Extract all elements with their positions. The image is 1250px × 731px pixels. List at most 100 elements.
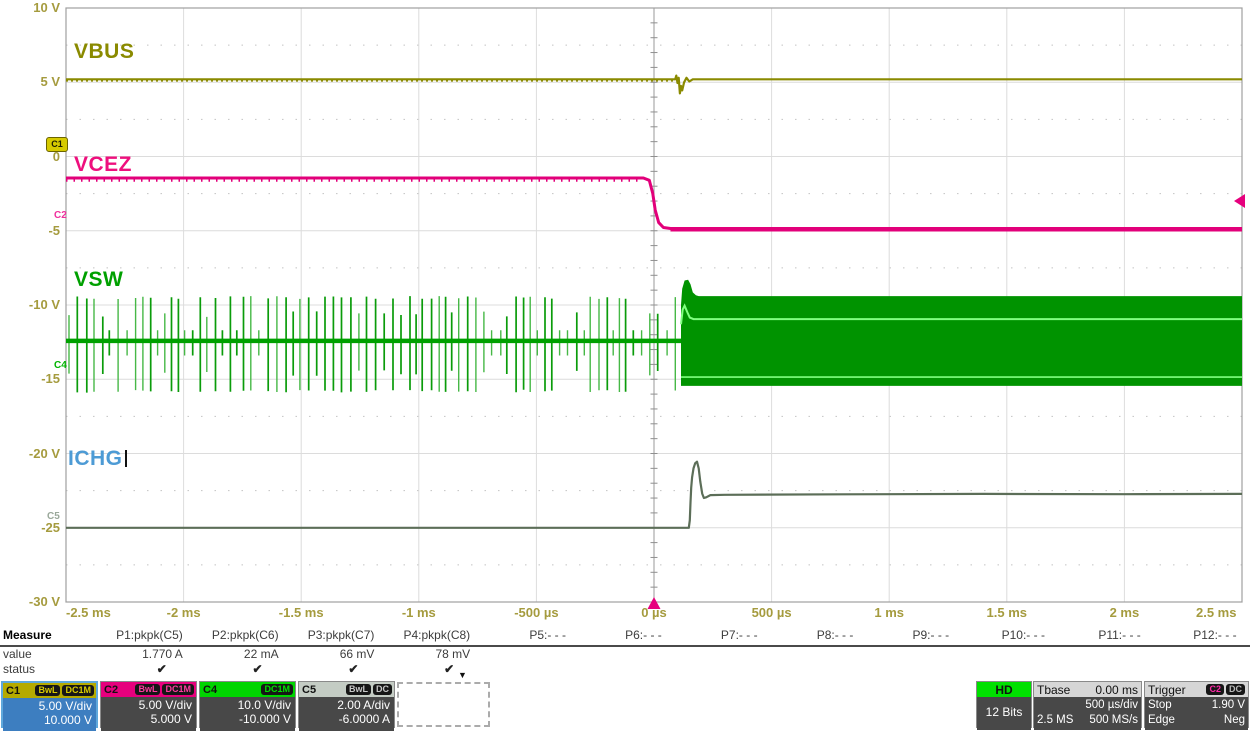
measure-param-value bbox=[764, 647, 860, 662]
channel-offset: -6.0000 A bbox=[338, 712, 390, 726]
measure-param-header[interactable]: P11:- - - bbox=[1051, 628, 1147, 645]
channel-id: C5 bbox=[302, 683, 317, 696]
hd-mode-box[interactable]: HD 12 Bits bbox=[976, 681, 1032, 730]
measure-param-value bbox=[955, 647, 1051, 662]
vbus-trace bbox=[66, 74, 1242, 95]
channel-badge-bwl: BwL bbox=[135, 684, 161, 695]
tbase-rate: 500 MS/s bbox=[1089, 714, 1138, 726]
timebase-box[interactable]: Tbase 0.00 ms 500 µs/div 2.5 MS 500 MS/s bbox=[1033, 681, 1142, 730]
measure-param-status bbox=[1147, 662, 1243, 677]
channel-offset: -10.000 V bbox=[238, 712, 291, 726]
channel-offset: 5.000 V bbox=[150, 712, 192, 726]
trace-label-ichg[interactable]: ICHG bbox=[68, 447, 127, 471]
measure-param-header[interactable]: P12:- - - bbox=[1147, 628, 1243, 645]
measure-param-value: 78 mV bbox=[435, 647, 471, 661]
measure-param-header[interactable]: P6:- - - bbox=[572, 628, 668, 645]
slot-arrow-icon[interactable]: ▼ bbox=[458, 670, 467, 680]
vsw-spikes bbox=[68, 296, 676, 392]
y-tick-label: -10 V bbox=[28, 297, 60, 312]
measure-param-header[interactable]: P10:- - - bbox=[955, 628, 1051, 645]
channel-box-c5[interactable]: C5 BwL DC 2.00 A/div -6.0000 A bbox=[298, 681, 395, 731]
y-tick-label: -20 V bbox=[28, 445, 60, 461]
waveform-plot bbox=[65, 7, 1245, 609]
c5-zero-marker[interactable]: C5 bbox=[47, 511, 60, 522]
measure-table: Measure P1:pkpk(C5) P2:pkpk(C6) P3:pkpk(C7… bbox=[0, 628, 1250, 677]
measure-param-value bbox=[1051, 647, 1147, 662]
trigger-label: Trigger bbox=[1148, 682, 1186, 697]
channel-badge-dc1m: DC1M bbox=[62, 685, 94, 696]
channel-badge-bwl: BwL bbox=[346, 684, 371, 695]
measure-param-status bbox=[764, 662, 860, 677]
trigger-type: Edge bbox=[1148, 714, 1175, 726]
y-tick-label: -15 bbox=[41, 371, 60, 387]
channel-badge-dc1m: DC1M bbox=[261, 684, 293, 695]
measure-param-header[interactable]: P9:- - - bbox=[859, 628, 955, 645]
ichg-trace bbox=[66, 460, 1243, 529]
measure-param-status bbox=[859, 662, 955, 677]
y-tick-label: 5 V bbox=[40, 74, 60, 90]
measure-value-label: value bbox=[3, 647, 32, 661]
vsw-spikes bbox=[76, 296, 659, 393]
channel-id: C1 bbox=[6, 684, 21, 697]
measure-param-value: 66 mV bbox=[339, 647, 375, 661]
tbase-per-div: 500 µs/div bbox=[1085, 699, 1138, 711]
c4-zero-marker[interactable]: C4 bbox=[54, 360, 67, 371]
measure-param-header[interactable]: P5:- - - bbox=[476, 628, 572, 645]
y-tick-label: -25 bbox=[41, 519, 60, 535]
empty-channel-slot[interactable] bbox=[397, 682, 490, 727]
measure-param-value: 22 mA bbox=[243, 647, 279, 661]
tbase-label: Tbase bbox=[1037, 682, 1071, 697]
measure-param-status: ✔ bbox=[348, 662, 359, 676]
channel-badge-dc1m: DC1M bbox=[162, 684, 194, 695]
measure-param-header[interactable]: P1:pkpk(C5) bbox=[93, 628, 189, 645]
measure-param-status bbox=[572, 662, 668, 677]
x-tick-label: -1 ms bbox=[401, 605, 436, 620]
oscilloscope-screen: 10 V5 V 0 -5 -10 V -15 -20 V -25 -30 V -2.5 ms -… bbox=[0, 0, 1250, 731]
trigger-box[interactable]: Trigger C2 DC Stop 1.90 V Edge Neg bbox=[1144, 681, 1249, 730]
trace-label-vcez[interactable]: VCEZ bbox=[74, 153, 132, 177]
measure-status-label: status bbox=[3, 662, 36, 676]
measure-param-status bbox=[668, 662, 764, 677]
measure-param-status: ✔ bbox=[156, 662, 167, 676]
measure-param-value: 1.770 A bbox=[142, 647, 183, 661]
trigger-slope: Neg bbox=[1223, 714, 1245, 726]
x-tick-label: 0 µs bbox=[641, 605, 667, 620]
trace-label-vbus[interactable]: VBUS bbox=[74, 40, 134, 64]
measure-param-value bbox=[572, 647, 668, 662]
trigger-source-badge: C2 bbox=[1206, 684, 1224, 695]
trigger-coupling-badge: DC bbox=[1226, 684, 1245, 695]
measure-param-header[interactable]: P2:pkpk(C6) bbox=[189, 628, 285, 645]
channel-scale: 5.00 V/div bbox=[138, 698, 192, 712]
measure-param-value bbox=[1147, 647, 1243, 662]
channel-scale: 10.0 V/div bbox=[237, 698, 291, 712]
measure-title: Measure bbox=[3, 628, 52, 642]
channel-box-c2[interactable]: C2 BwL DC1M 5.00 V/div 5.000 V bbox=[100, 681, 197, 731]
c1-zero-marker[interactable]: C1 bbox=[46, 137, 68, 152]
trace-label-vsw[interactable]: VSW bbox=[74, 268, 123, 292]
measure-param-header[interactable]: P7:- - - bbox=[668, 628, 764, 645]
hd-label: HD bbox=[977, 682, 1031, 697]
measure-param-status bbox=[955, 662, 1051, 677]
measure-param-header[interactable]: P8:- - - bbox=[764, 628, 860, 645]
vsw-switching-band bbox=[681, 279, 1242, 386]
x-tick-label: -2 ms bbox=[166, 605, 201, 620]
y-tick-label: -30 V bbox=[28, 594, 60, 609]
channel-box-c4[interactable]: C4 DC1M 10.0 V/div -10.000 V bbox=[199, 681, 296, 731]
y-tick-label: 10 V bbox=[33, 0, 60, 15]
x-tick-label: 500 µs bbox=[751, 605, 792, 620]
hd-bits: 12 Bits bbox=[977, 697, 1031, 730]
grid-border bbox=[65, 7, 1243, 603]
channel-offset: 10.000 V bbox=[43, 713, 92, 727]
y-tick-label: -5 bbox=[48, 222, 60, 238]
text-cursor bbox=[124, 450, 127, 467]
x-tick-label: 1.5 ms bbox=[986, 605, 1028, 620]
x-tick-label: 2.5 ms bbox=[1196, 605, 1237, 620]
channel-box-c1[interactable]: C1 BwL DC1M 5.00 V/div 10.000 V bbox=[1, 681, 98, 731]
c2-zero-marker[interactable]: C2 bbox=[54, 210, 67, 221]
tbase-offset: 0.00 ms bbox=[1095, 682, 1138, 697]
measure-param-header[interactable]: P4:pkpk(C8) bbox=[380, 628, 476, 645]
channel-badge-bwl: BwL bbox=[35, 685, 61, 696]
measure-param-header[interactable]: P3:pkpk(C7) bbox=[285, 628, 381, 645]
measure-param-status bbox=[476, 662, 572, 677]
trigger-level: 1.90 V bbox=[1211, 699, 1245, 711]
